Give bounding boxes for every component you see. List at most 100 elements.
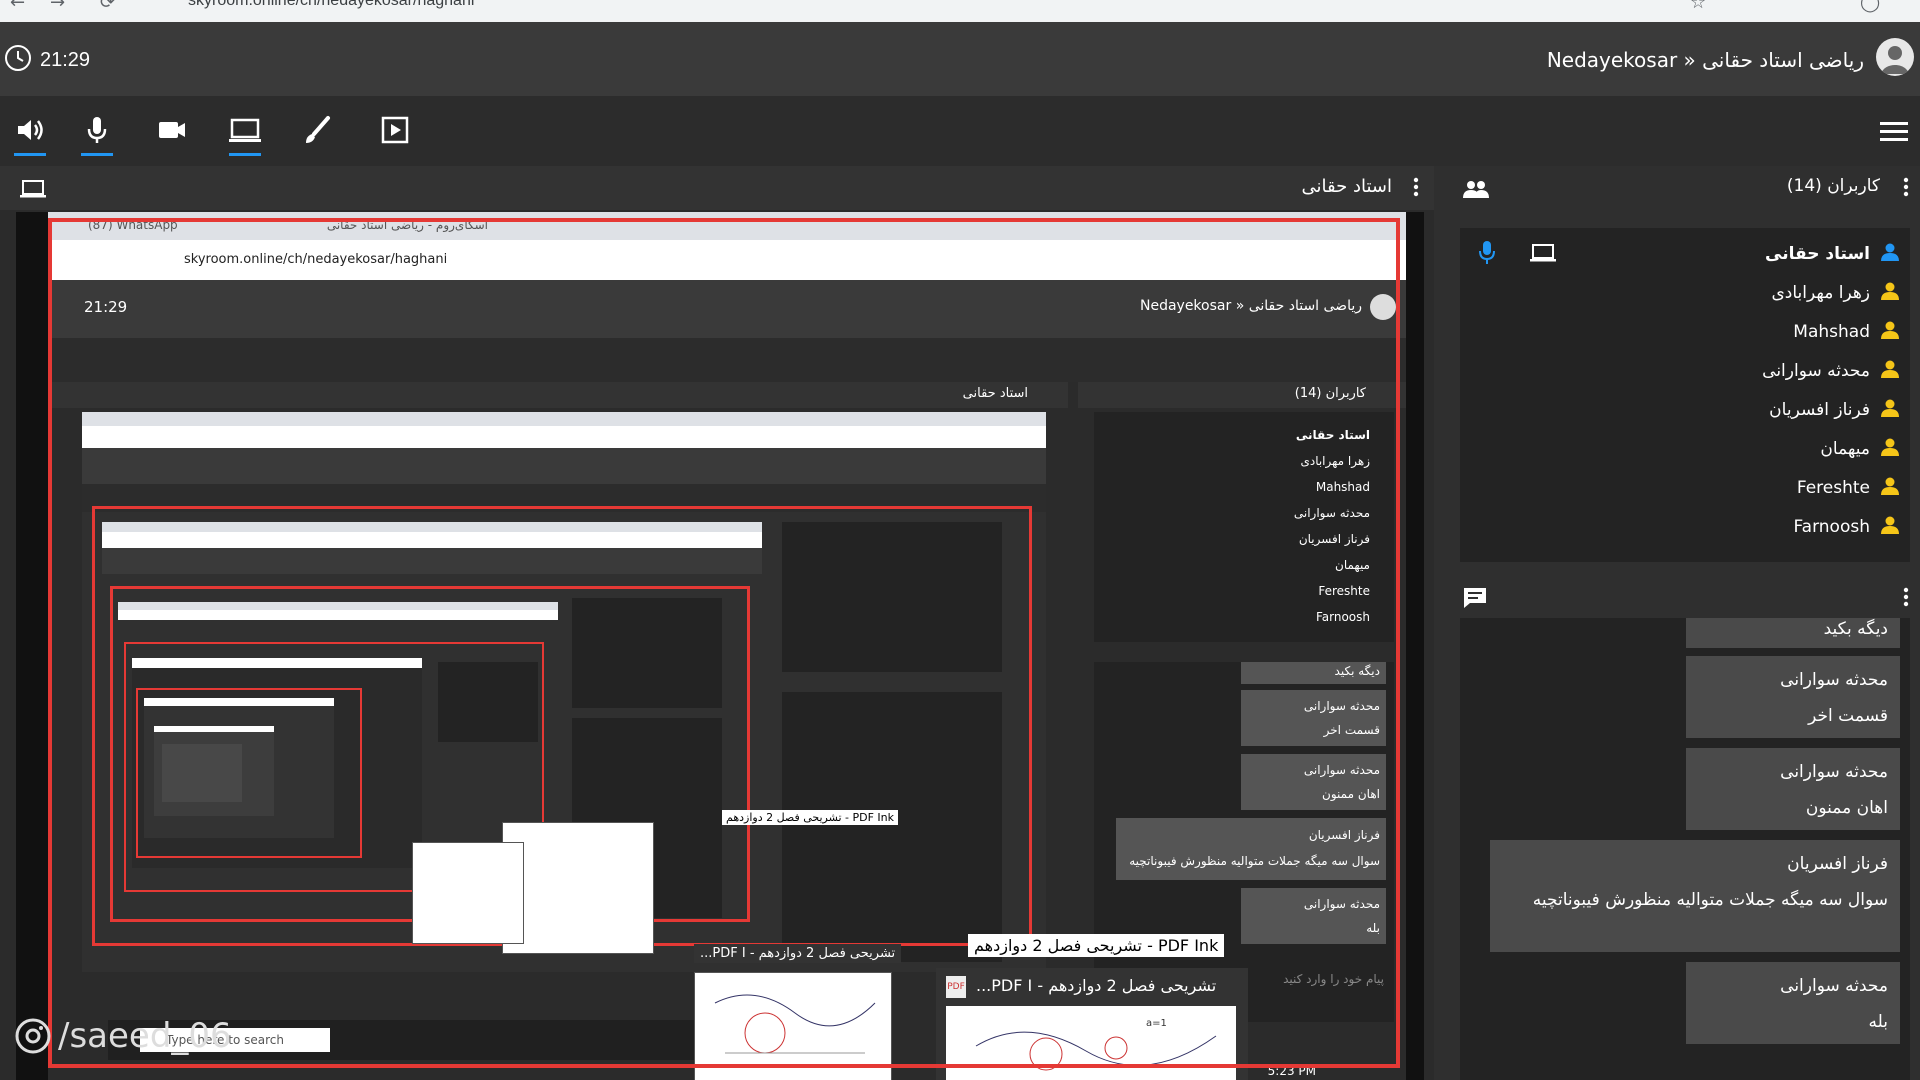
inner-users-list: استاد حقانی زهرا مهرابادی Mahshad محدثه … (1094, 412, 1394, 642)
chat-message: دیگه بکید (1686, 618, 1900, 648)
inner-toolbar (48, 338, 1406, 382)
speaker-icon[interactable] (10, 110, 50, 156)
watermark-text: /saeed_06 (58, 1016, 232, 1056)
address-bar[interactable]: skyroom.online/ch/nedayekosar/haghani (188, 0, 474, 10)
users-header: کاربران (14) (1444, 166, 1920, 210)
brush-icon[interactable] (298, 110, 338, 150)
inner-room-title: Nedayekosar » ریاضی استاد حقانی (1139, 298, 1362, 314)
user-row[interactable]: محدثه سوارانی (1500, 353, 1900, 389)
more-options-icon[interactable] (1902, 586, 1910, 612)
chat-message-text: اهان ممنون (1805, 798, 1888, 818)
user-icon (1880, 320, 1900, 344)
inner-clock-time: 21:29 (84, 298, 128, 316)
inner-chat-message: دیگه بکید (1241, 662, 1386, 684)
user-row[interactable]: Mahshad (1500, 314, 1900, 350)
user-icon (1880, 281, 1900, 305)
user-icon (1880, 515, 1900, 539)
chat-message-text: سوال سه میگه جملات متوالیه منظورش فیبونا… (1532, 890, 1888, 910)
user-name: Farnoosh (1793, 517, 1870, 537)
inner-chat-sender: فرناز افسریان (1308, 828, 1380, 842)
user-row[interactable]: فرناز افسریان (1500, 392, 1900, 428)
user-row[interactable]: Farnoosh (1500, 509, 1900, 545)
user-row[interactable]: Fereshte (1500, 470, 1900, 506)
users-list: استاد حقانی زهرا مهرابادی Mahshad محدثه … (1460, 228, 1910, 562)
inner-users-title: کاربران (14) (1294, 386, 1366, 401)
inner-chat-message: محدثه سوارانی بله (1241, 888, 1386, 944)
user-row[interactable]: زهرا مهرابادی (1500, 275, 1900, 311)
user-icon (1880, 398, 1900, 422)
hamburger-menu-icon[interactable] (1880, 120, 1910, 148)
user-mic-icon (1478, 240, 1496, 270)
inner-chat-text: بله (1366, 921, 1380, 935)
user-name: محدثه سوارانی (1762, 361, 1870, 381)
user-name: فرناز افسریان (1769, 400, 1870, 420)
inner-chat-text: سوال سه میگه جملات متوالیه منظورش فیبونا… (1129, 854, 1380, 868)
camera-icon[interactable] (152, 110, 192, 150)
avatar[interactable] (1876, 38, 1914, 76)
inner-chat-sender: محدثه سوارانی (1303, 699, 1380, 713)
chat-message-sender: محدثه سوارانی (1780, 670, 1888, 690)
presenter-name: استاد حقانی (1301, 176, 1392, 197)
inner-user: Fereshte (1318, 584, 1370, 598)
inner-tab-skyroom: اسکای‌روم - ریاضی استاد حقانی (326, 218, 488, 232)
toolbar (0, 96, 1920, 166)
screen-icon (20, 178, 46, 204)
screen-share-icon[interactable] (225, 110, 265, 156)
clock-time: 21:29 (40, 48, 91, 71)
more-options-icon[interactable] (1902, 176, 1910, 202)
nested-screen-level-1: (87) WhatsApp اسکای‌روم - ریاضی استاد حق… (48, 212, 1406, 1080)
nested-screen-level-8 (162, 744, 242, 802)
room-title: Nedayekosar » ریاضی استاد حقانی (1546, 48, 1864, 72)
chat-message-text: قسمت اخر (1808, 706, 1888, 726)
nested-screen-level-7 (154, 726, 274, 816)
reload-icon[interactable]: ⟳ (100, 0, 115, 13)
inner-chat-message: فرناز افسریان سوال سه میگه جملات متوالیه… (1116, 818, 1386, 880)
inner-url: skyroom.online/ch/nedayekosar/haghani (184, 252, 448, 267)
user-row[interactable]: استاد حقانی (1500, 236, 1900, 272)
chat-messages: دیگه بکید محدثه سوارانی قسمت اخر محدثه س… (1460, 618, 1910, 1080)
inner-user: استاد حقانی (1295, 428, 1370, 442)
nested-screen-level-2: PDF Ink - تشریحی فصل 2 دوازدهم (82, 412, 1046, 972)
inner-chat-sender: محدثه سوارانی (1303, 897, 1380, 911)
inner-tab-bar: (87) WhatsApp اسکای‌روم - ریاضی استاد حق… (48, 212, 1406, 240)
presentation-header: استاد حقانی (0, 166, 1434, 210)
forward-icon[interactable]: → (50, 0, 65, 13)
inner-user: فرناز افسریان (1298, 532, 1370, 546)
session-clock: 21:29 (4, 44, 90, 76)
user-name: میهمان (1820, 439, 1870, 459)
thumbnail-tooltip: PDF Ink - تشریحی فصل 2 دوازدهم (968, 934, 1225, 957)
users-group-icon (1462, 178, 1490, 204)
nested-screen-level-5 (132, 658, 422, 868)
inner-chat-message: محدثه سوارانی اهان ممنون (1241, 754, 1386, 810)
clock-icon (4, 44, 32, 76)
users-count-title: کاربران (14) (1786, 176, 1880, 196)
user-row[interactable]: میهمان (1500, 431, 1900, 467)
back-icon[interactable]: ← (10, 0, 25, 13)
pdf-window-preview: PDF تشریحی فصل 2 دوازدهم - PDF I... a=1 (936, 968, 1248, 1080)
user-name: استاد حقانی (1765, 244, 1870, 264)
inner-avatar (1370, 294, 1396, 320)
inner-user: میهمان (1335, 558, 1370, 572)
inner-chat-message: محدثه سوارانی قسمت اخر (1241, 690, 1386, 746)
thumbnail-title: تشریحی فصل 2 دوازدهم - PDF I... (976, 976, 1217, 995)
play-media-icon[interactable] (375, 110, 415, 150)
thumbnail-title: تشریحی فصل 2 دوازدهم - PDF I... (694, 944, 902, 963)
inner-chat-input: پیام خود را وارد کنید (1283, 972, 1384, 986)
chat-message-text: دیگه بکید (1823, 619, 1888, 639)
profile-icon[interactable]: ◯ (1860, 0, 1880, 13)
pdf-thumbnail (412, 842, 524, 944)
more-options-icon[interactable] (1412, 176, 1420, 202)
nested-screen-level-6 (144, 698, 334, 838)
user-name: زهرا مهرابادی (1771, 283, 1870, 303)
bookmark-star-icon[interactable]: ☆ (1690, 0, 1706, 13)
pdf-thumbnail (502, 822, 654, 954)
microphone-icon[interactable] (77, 110, 117, 156)
inner-user: Mahshad (1315, 480, 1370, 494)
inner-presenter-name: استاد حقانی (962, 386, 1028, 401)
user-icon (1880, 437, 1900, 461)
watermark: /saeed_06 (14, 1016, 232, 1056)
inner-tab-whatsapp: (87) WhatsApp (88, 218, 178, 232)
pdf-icon: PDF (946, 976, 966, 998)
chat-message-sender: فرناز افسریان (1787, 854, 1888, 874)
svg-text:a=1: a=1 (1146, 1018, 1167, 1029)
